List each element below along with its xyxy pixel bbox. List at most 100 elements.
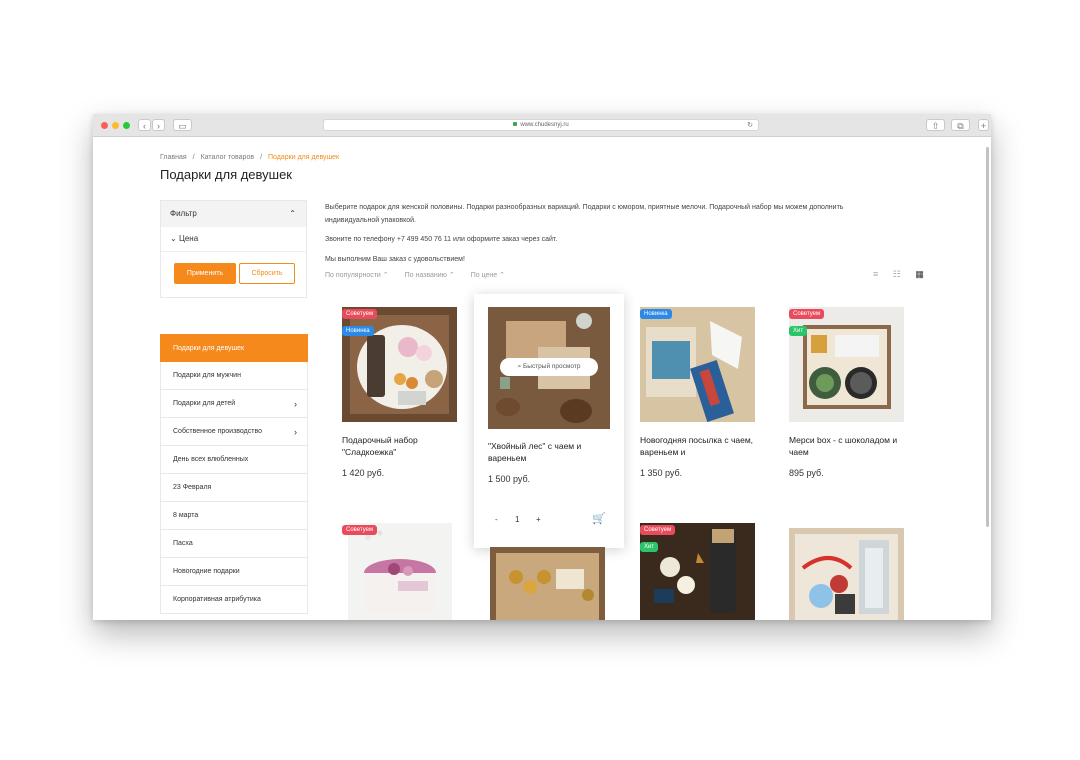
product-card-hovered[interactable]: ⌕ Быстрый просмотр "Хвойный лес" с чаем … xyxy=(474,294,624,548)
category-label: Подарки для детей xyxy=(173,400,236,407)
filter-price-row[interactable]: ⌄ Цена xyxy=(161,227,306,252)
category-label: Собственное производство xyxy=(173,428,262,435)
new-tab-icon[interactable]: + xyxy=(978,119,989,131)
product-image[interactable] xyxy=(789,528,904,620)
product-photo xyxy=(348,523,452,620)
product-card[interactable] xyxy=(490,547,620,620)
description-paragraph: Звоните по телефону +7 499 450 76 11 или… xyxy=(325,236,558,243)
category-item-kids[interactable]: Подарки для детей › xyxy=(160,390,308,418)
category-item-valentines[interactable]: День всех влюбленных xyxy=(160,446,308,474)
breadcrumb: Главная / Каталог товаров / Подарки для деву… xyxy=(160,154,339,161)
product-image[interactable] xyxy=(342,307,457,422)
product-title[interactable]: "Хвойный лес" с чаем и вареньем xyxy=(488,440,610,464)
breadcrumb-home[interactable]: Главная xyxy=(160,154,187,161)
badge-recommended: Советуем xyxy=(342,309,378,319)
sort-by-popularity[interactable]: По популярности ⌃ xyxy=(325,272,389,279)
category-item-girls[interactable]: Подарки для девушек xyxy=(160,334,308,362)
page-content: Главная / Каталог товаров / Подарки для деву… xyxy=(93,137,991,620)
sidebar-toggle-icon[interactable]: ▭ xyxy=(173,119,192,131)
product-card[interactable]: Советуем Хит Мерси box - с шоколадом и ч… xyxy=(789,307,919,497)
sort-by-name[interactable]: По названию ⌃ xyxy=(405,272,455,279)
page-title: Подарки для девушек xyxy=(160,167,292,182)
badge-hit: Хит xyxy=(789,326,808,336)
category-item-new-year[interactable]: Новогодние подарки xyxy=(160,558,308,586)
scrollbar[interactable] xyxy=(986,147,989,527)
category-label: День всех влюбленных xyxy=(173,456,249,463)
product-price: 895 руб. xyxy=(789,468,824,478)
product-image[interactable] xyxy=(640,523,755,620)
category-item-march8[interactable]: 8 марта xyxy=(160,502,308,530)
sort-by-price[interactable]: По цене ⌃ xyxy=(471,272,505,279)
close-dot-icon[interactable] xyxy=(101,122,108,129)
category-label: Корпоративная атрибутика xyxy=(173,596,261,603)
category-label: Подарки для девушек xyxy=(173,345,245,352)
product-title[interactable]: Подарочный набор "Сладкоежка" xyxy=(342,434,457,458)
category-label: Новогодние подарки xyxy=(173,568,240,575)
breadcrumb-current: Подарки для девушек xyxy=(268,154,340,161)
product-image[interactable] xyxy=(789,307,904,422)
category-item-corporate[interactable]: Корпоративная атрибутика xyxy=(160,586,308,614)
lock-icon xyxy=(513,122,518,127)
filter-panel: Фильтр ⌃ ⌄ Цена Применить Сбросить xyxy=(160,200,307,298)
back-icon[interactable]: ‹ xyxy=(138,119,151,131)
category-item-easter[interactable]: Пасха xyxy=(160,530,308,558)
qty-value[interactable]: 1 xyxy=(515,515,519,524)
qty-minus-button[interactable]: - xyxy=(495,515,498,524)
category-menu: Подарки для девушек Подарки для мужчин П… xyxy=(160,334,308,614)
reset-button[interactable]: Сбросить xyxy=(239,263,295,284)
product-card[interactable]: Советуем Хит xyxy=(640,523,770,620)
grid-view-icon[interactable]: ▦ xyxy=(915,269,924,279)
apply-button[interactable]: Применить xyxy=(174,263,236,284)
tabs-icon[interactable]: ⧉ xyxy=(951,119,970,131)
product-image[interactable] xyxy=(640,307,755,422)
product-image[interactable] xyxy=(490,547,605,620)
cart-icon[interactable]: 🛒 xyxy=(592,512,606,525)
breadcrumb-separator: / xyxy=(260,154,263,161)
badge-hit: Хит xyxy=(640,542,659,552)
product-title[interactable]: Новогодняя посылка с чаем, вареньем и xyxy=(640,434,755,458)
product-photo xyxy=(640,523,755,620)
description-paragraph: Выберите подарок для женской половины. П… xyxy=(325,204,844,224)
address-bar[interactable]: www.chudesnyj.ru ↻ xyxy=(323,119,759,131)
chevron-down-icon: ⌄ xyxy=(170,234,177,243)
view-switcher: ≡ ☷ ▦ xyxy=(873,269,936,280)
zoom-dot-icon[interactable] xyxy=(123,122,130,129)
product-price: 1 350 руб. xyxy=(640,468,683,478)
product-title[interactable]: Мерси box - с шоколадом и чаем xyxy=(789,434,904,458)
product-photo xyxy=(490,547,605,620)
breadcrumb-catalog[interactable]: Каталог товаров xyxy=(201,154,254,161)
badge-new: Новинка xyxy=(342,326,374,336)
product-card[interactable]: Новинка Новогодняя посылка с чаем, варен… xyxy=(640,307,770,497)
quick-view-button[interactable]: ⌕ Быстрый просмотр xyxy=(500,358,598,376)
product-image[interactable]: ⌕ Быстрый просмотр xyxy=(488,307,610,429)
category-item-men[interactable]: Подарки для мужчин xyxy=(160,362,308,390)
product-image[interactable] xyxy=(348,523,452,620)
product-card[interactable]: Советуем xyxy=(342,523,472,620)
product-photo xyxy=(789,528,904,620)
description-paragraph: Мы выполним Ваш заказ с удовольствием! xyxy=(325,255,465,263)
chevron-right-icon: › xyxy=(294,399,297,409)
category-item-feb23[interactable]: 23 Февраля xyxy=(160,474,308,502)
category-description: Выберите подарок для женской половины. П… xyxy=(325,202,895,273)
product-price: 1 420 руб. xyxy=(342,468,385,478)
list-view-icon[interactable]: ≡ xyxy=(873,269,878,279)
qty-plus-button[interactable]: + xyxy=(536,515,541,524)
minimize-dot-icon[interactable] xyxy=(112,122,119,129)
badge-recommended: Советуем xyxy=(342,525,378,535)
category-label: Пасха xyxy=(173,540,193,547)
compact-list-view-icon[interactable]: ☷ xyxy=(893,269,901,279)
breadcrumb-separator: / xyxy=(192,154,195,161)
share-icon[interactable]: ⇧ xyxy=(926,119,945,131)
product-card[interactable]: Советуем Новинка Подарочный набор "Сладк… xyxy=(342,307,472,497)
product-photo xyxy=(342,307,457,422)
badge-recommended: Советуем xyxy=(640,525,676,535)
forward-icon[interactable]: › xyxy=(152,119,165,131)
chevron-right-icon: › xyxy=(294,427,297,437)
filter-title: Фильтр xyxy=(170,209,197,218)
reload-icon[interactable]: ↻ xyxy=(747,120,753,131)
chevron-up-icon[interactable]: ⌃ xyxy=(289,201,296,227)
product-card[interactable] xyxy=(789,528,919,620)
filter-header[interactable]: Фильтр ⌃ xyxy=(161,201,306,227)
category-label: 8 марта xyxy=(173,512,199,519)
category-item-own-production[interactable]: Собственное производство › xyxy=(160,418,308,446)
